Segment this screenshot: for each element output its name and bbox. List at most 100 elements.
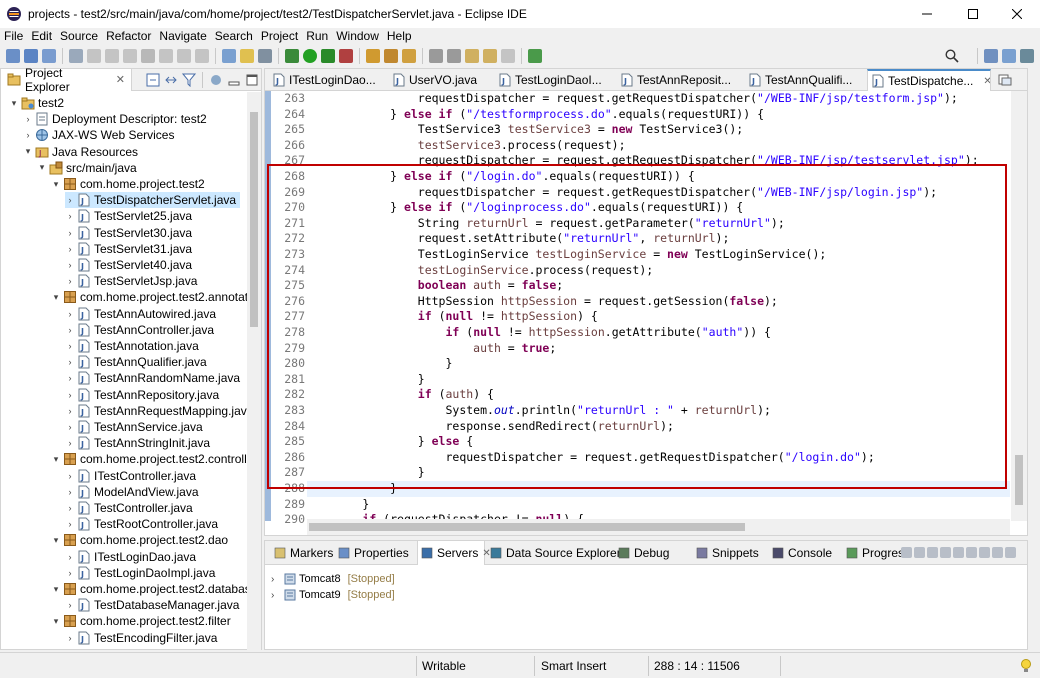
menu-navigate[interactable]: Navigate [155, 29, 210, 43]
tree-item-java-file[interactable]: › J TestAnnService.java [65, 419, 203, 435]
code-area[interactable]: requestDispatcher = request.getRequestDi… [307, 91, 1010, 521]
tree-item-java-file[interactable]: › J TestServlet30.java [65, 225, 193, 241]
terminate-icon[interactable] [123, 49, 137, 63]
tree-item-package[interactable]: ▾ com.home.project.test2 [51, 176, 205, 192]
disconnect-server-icon[interactable] [979, 547, 990, 558]
code-line[interactable]: testService3.process(request); [307, 138, 1010, 154]
collapsed-arrow-icon[interactable]: › [65, 325, 75, 335]
collapsed-arrow-icon[interactable]: › [65, 487, 75, 497]
tab-data-source-explorer[interactable]: Data Source Explorer [487, 541, 621, 565]
open-type-icon[interactable] [366, 49, 380, 63]
tree-item[interactable]: ▾ test2 [9, 95, 64, 111]
code-line[interactable]: if (null != httpSession.getAttribute("au… [307, 325, 1010, 341]
editor-tab[interactable]: J TestAnnQualifi... [745, 69, 863, 91]
editor-horizontal-scrollbar[interactable] [307, 519, 1010, 535]
code-line[interactable]: } [307, 356, 1010, 372]
code-line[interactable]: } [307, 497, 1010, 513]
debug-icon[interactable] [285, 49, 299, 63]
last-edit-icon[interactable] [465, 49, 479, 63]
expanded-arrow-icon[interactable]: ▾ [37, 162, 47, 173]
collapse-icon[interactable] [901, 547, 912, 558]
debug-server-icon[interactable] [914, 547, 925, 558]
step-over-icon[interactable] [177, 49, 191, 63]
menu-search[interactable]: Search [211, 29, 257, 43]
collapsed-arrow-icon[interactable]: › [271, 574, 281, 585]
tree-item-java-file[interactable]: › J TestLoginDaoImpl.java [65, 565, 216, 581]
collapsed-arrow-icon[interactable]: › [65, 503, 75, 513]
tree-item[interactable]: ▾ src/main/java [37, 160, 137, 176]
profile-server-icon[interactable] [940, 547, 951, 558]
next-annotation-icon[interactable] [429, 49, 443, 63]
tree-item[interactable]: › JAX-WS Web Services [23, 127, 175, 143]
expanded-arrow-icon[interactable]: ▾ [51, 616, 61, 627]
tree-item-java-file[interactable]: › J TestRootController.java [65, 516, 219, 532]
expanded-arrow-icon[interactable]: ▾ [51, 292, 61, 303]
code-line[interactable]: testLoginService.process(request); [307, 263, 1010, 279]
view-menu-icon[interactable] [209, 73, 223, 87]
editor-tab[interactable]: J TestLoginDaoI... [495, 69, 613, 91]
tip-lightbulb-icon[interactable] [1020, 653, 1032, 678]
collapse-all-icon[interactable] [146, 73, 160, 87]
code-line[interactable]: } else if ("/loginprocess.do".equals(req… [307, 200, 1010, 216]
code-line[interactable]: } else if ("/testformprocess.do".equals(… [307, 107, 1010, 123]
tree-item-java-file[interactable]: › J TestServletJsp.java [65, 273, 198, 289]
collapsed-arrow-icon[interactable]: › [23, 114, 33, 124]
tree-item-java-file[interactable]: › J ITestLoginDao.java [65, 549, 197, 565]
link-editor-icon[interactable] [164, 73, 178, 87]
tree-item-java-file[interactable]: › J TestAnnQualifier.java [65, 354, 207, 370]
forward-icon[interactable] [501, 49, 515, 63]
pin-editor-icon[interactable] [528, 49, 542, 63]
collapsed-arrow-icon[interactable]: › [65, 244, 75, 254]
tab-snippets[interactable]: Snippets [693, 541, 767, 565]
explorer-scrollbar[interactable] [247, 92, 261, 650]
menu-window[interactable]: Window [332, 29, 383, 43]
code-line[interactable]: TestLoginService testLoginService = new … [307, 247, 1010, 263]
code-line[interactable]: response.sendRedirect(returnUrl); [307, 419, 1010, 435]
menu-run[interactable]: Run [302, 29, 332, 43]
tree-item-java-file[interactable]: › J TestAnnController.java [65, 322, 215, 338]
expanded-arrow-icon[interactable]: ▾ [51, 454, 61, 465]
code-line[interactable]: } [307, 372, 1010, 388]
toggle-mark-icon[interactable] [240, 49, 254, 63]
step-return-icon[interactable] [195, 49, 209, 63]
menu-refactor[interactable]: Refactor [102, 29, 155, 43]
external-tools-icon[interactable] [339, 49, 353, 63]
maximize-button[interactable] [950, 0, 996, 28]
close-button[interactable] [994, 0, 1040, 28]
expanded-arrow-icon[interactable]: ▾ [9, 98, 19, 109]
resume-icon[interactable] [87, 49, 101, 63]
code-line[interactable]: if (null != httpSession) { [307, 309, 1010, 325]
tree-item-java-file[interactable]: › J TestServlet25.java [65, 208, 193, 224]
collapsed-arrow-icon[interactable]: › [65, 438, 75, 448]
code-line[interactable]: } [307, 481, 1010, 497]
collapsed-arrow-icon[interactable]: › [65, 357, 75, 367]
code-line[interactable]: } else if ("/login.do".equals(requestURI… [307, 169, 1010, 185]
tab-markers[interactable]: Markers [271, 541, 333, 565]
tree-item-java-file[interactable]: › J ModelAndView.java [65, 484, 199, 500]
tree-item-package[interactable]: ▾ com.home.project.test2.filter [51, 613, 231, 629]
stop-server-icon[interactable] [953, 547, 964, 558]
tab-list-icon[interactable] [997, 73, 1017, 87]
tree-item-java-file[interactable]: › J TestAnnRandomName.java [65, 370, 241, 386]
code-line[interactable]: System.out.println("returnUrl : " + retu… [307, 403, 1010, 419]
code-line[interactable]: } else { [307, 434, 1010, 450]
editor-tab[interactable]: J TestAnnReposit... [617, 69, 741, 91]
search-toolbar-icon[interactable] [402, 49, 416, 63]
maximize-view-icon[interactable] [245, 73, 259, 87]
tree-item[interactable]: ▾ J Java Resources [23, 144, 138, 160]
expanded-arrow-icon[interactable]: ▾ [23, 146, 33, 157]
expanded-arrow-icon[interactable]: ▾ [51, 535, 61, 546]
publish-icon[interactable] [966, 547, 977, 558]
filter-icon[interactable] [182, 73, 197, 87]
minimize-button[interactable] [904, 0, 950, 28]
back-icon[interactable] [483, 49, 497, 63]
code-line[interactable]: requestDispatcher = request.getRequestDi… [307, 450, 1010, 466]
step-into-icon[interactable] [159, 49, 173, 63]
code-line[interactable]: String returnUrl = request.getParameter(… [307, 216, 1010, 232]
collapsed-arrow-icon[interactable]: › [65, 471, 75, 481]
collapsed-arrow-icon[interactable]: › [65, 552, 75, 562]
minimize-view-icon[interactable] [227, 73, 241, 87]
expanded-arrow-icon[interactable]: ▾ [51, 584, 61, 595]
collapsed-arrow-icon[interactable]: › [65, 195, 75, 205]
expanded-arrow-icon[interactable]: ▾ [51, 179, 61, 190]
